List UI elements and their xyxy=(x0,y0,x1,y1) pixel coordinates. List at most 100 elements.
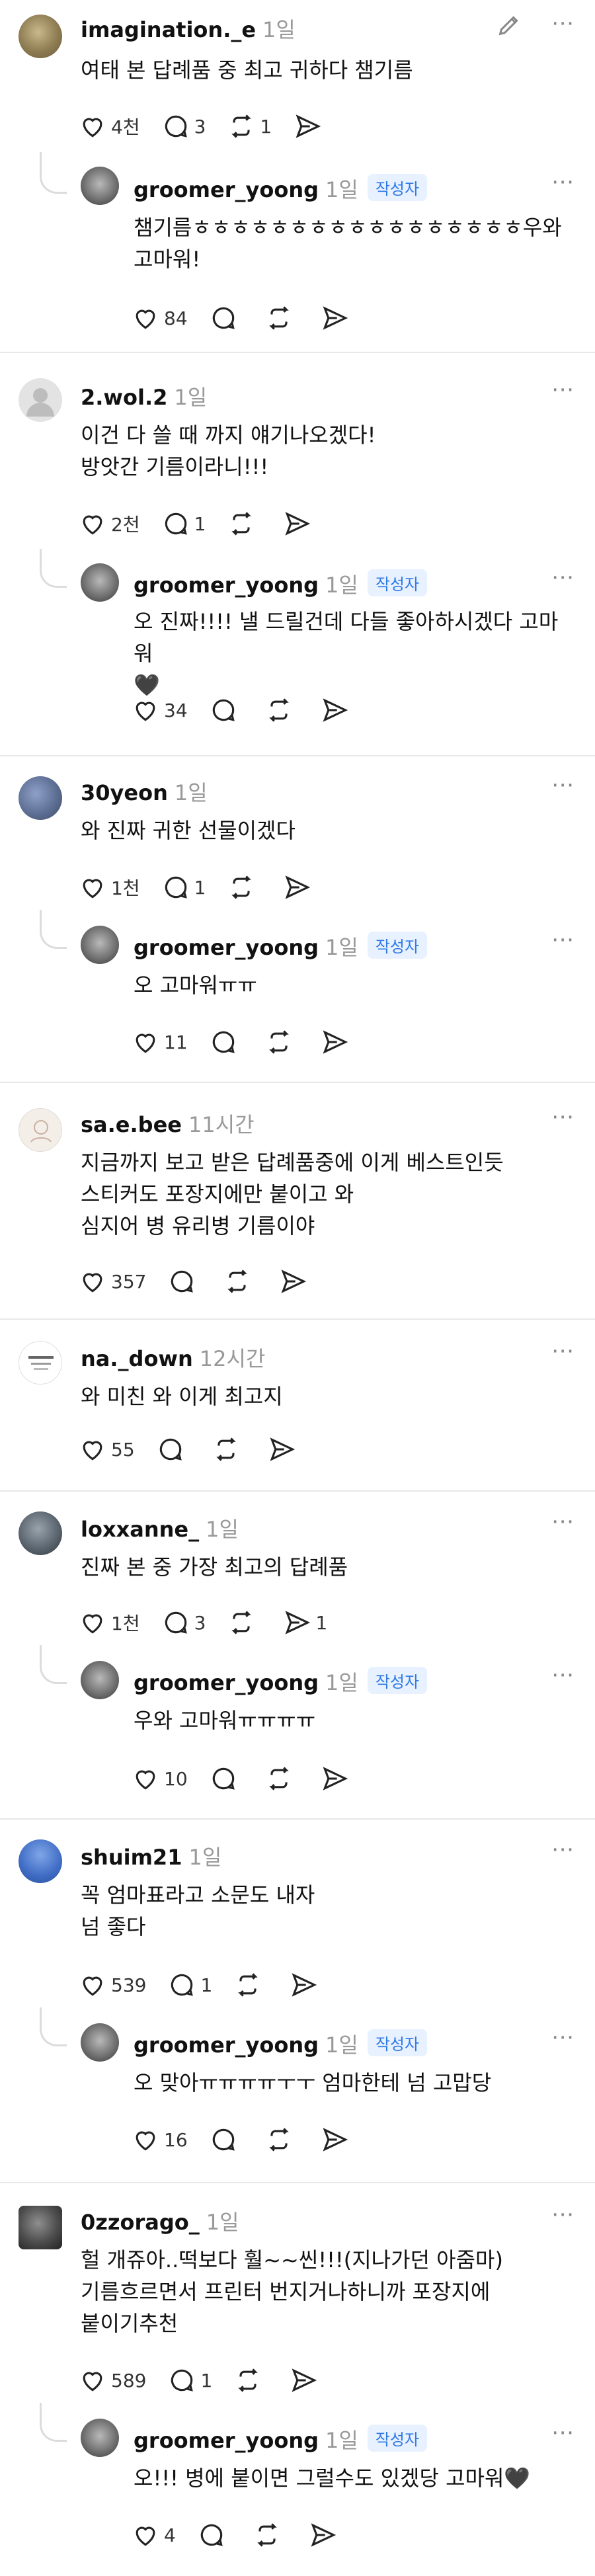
more-icon[interactable]: ⋯ xyxy=(551,2421,575,2444)
username[interactable]: 30yeon xyxy=(81,780,168,805)
comment-button[interactable] xyxy=(209,1027,238,1057)
repost-button[interactable]: 1 xyxy=(227,112,272,141)
avatar[interactable] xyxy=(19,2206,62,2249)
username[interactable]: 2.wol.2 xyxy=(81,385,167,410)
more-icon[interactable]: ⋯ xyxy=(551,774,575,796)
repost-button[interactable] xyxy=(264,2125,294,2154)
share-button[interactable] xyxy=(320,303,349,333)
comment-button[interactable]: 3 xyxy=(161,112,206,141)
avatar[interactable] xyxy=(19,1839,62,1883)
more-icon[interactable]: ⋯ xyxy=(551,928,575,951)
repost-button[interactable] xyxy=(212,1435,241,1464)
share-button[interactable] xyxy=(308,2520,337,2550)
more-icon[interactable]: ⋯ xyxy=(551,1106,575,1128)
comment-button[interactable] xyxy=(209,696,238,725)
avatar[interactable] xyxy=(19,1511,62,1555)
comment-button[interactable] xyxy=(167,1267,196,1296)
avatar[interactable] xyxy=(19,378,62,422)
comment-button[interactable]: 1 xyxy=(167,1970,212,1999)
like-button[interactable]: 1천 xyxy=(78,1608,140,1637)
share-button[interactable] xyxy=(320,2125,349,2154)
share-button[interactable] xyxy=(278,1267,307,1296)
repost-button[interactable] xyxy=(227,509,256,538)
comment-button[interactable] xyxy=(209,303,238,333)
like-button[interactable]: 589 xyxy=(78,2366,146,2395)
share-button[interactable] xyxy=(289,2366,318,2395)
repost-button[interactable] xyxy=(264,303,294,333)
comment-button[interactable] xyxy=(209,1764,238,1793)
username[interactable]: groomer_yoong xyxy=(134,573,319,598)
repost-button[interactable] xyxy=(233,1970,262,1999)
username[interactable]: groomer_yoong xyxy=(134,2428,319,2453)
comment-button[interactable]: 1 xyxy=(161,873,206,902)
repost-button[interactable] xyxy=(264,1027,294,1057)
repost-button[interactable] xyxy=(233,2366,262,2395)
share-button[interactable] xyxy=(320,1027,349,1057)
like-button[interactable]: 4천 xyxy=(78,112,140,141)
comment-button[interactable]: 1 xyxy=(161,509,206,538)
share-button[interactable] xyxy=(293,112,322,141)
more-icon[interactable]: ⋯ xyxy=(551,2026,575,2048)
share-button[interactable] xyxy=(289,1970,318,1999)
like-button[interactable]: 55 xyxy=(78,1435,135,1464)
comment-button[interactable]: 1 xyxy=(167,2366,212,2395)
avatar[interactable] xyxy=(81,167,119,205)
username[interactable]: loxxanne_ xyxy=(81,1517,199,1542)
username[interactable]: groomer_yoong xyxy=(134,2033,319,2058)
like-button[interactable]: 357 xyxy=(78,1267,146,1296)
username[interactable]: 0zzorago_ xyxy=(81,2210,200,2235)
comment-button[interactable] xyxy=(156,1435,185,1464)
share-button[interactable]: 1 xyxy=(282,1608,327,1637)
like-button[interactable]: 4 xyxy=(131,2520,176,2550)
like-button[interactable]: 84 xyxy=(131,303,188,333)
share-button[interactable] xyxy=(282,873,311,902)
username[interactable]: imagination._e xyxy=(81,17,256,42)
share-button[interactable] xyxy=(320,1764,349,1793)
more-icon[interactable]: ⋯ xyxy=(551,1838,575,1861)
avatar[interactable] xyxy=(81,2023,119,2062)
more-icon[interactable]: ⋯ xyxy=(551,566,575,588)
share-button[interactable] xyxy=(320,696,349,725)
repost-button[interactable] xyxy=(227,1608,256,1637)
comment-button[interactable] xyxy=(197,2520,226,2550)
more-icon[interactable]: ⋯ xyxy=(551,171,575,193)
comment-button[interactable]: 3 xyxy=(161,1608,206,1637)
like-button[interactable]: 10 xyxy=(131,1764,188,1793)
more-icon[interactable]: ⋯ xyxy=(551,1510,575,1533)
username[interactable]: shuim21 xyxy=(81,1845,182,1870)
like-button[interactable]: 11 xyxy=(131,1027,188,1057)
share-button[interactable] xyxy=(267,1435,296,1464)
repost-button[interactable] xyxy=(223,1267,252,1296)
more-icon[interactable]: ⋯ xyxy=(551,378,575,401)
username[interactable]: groomer_yoong xyxy=(134,1670,319,1695)
timestamp: 1일 xyxy=(325,1670,358,1695)
avatar[interactable] xyxy=(19,15,62,58)
like-button[interactable]: 1천 xyxy=(78,873,140,902)
pencil-icon[interactable] xyxy=(496,12,522,42)
avatar[interactable] xyxy=(81,1661,119,1699)
username[interactable]: groomer_yoong xyxy=(134,177,319,202)
more-icon[interactable]: ⋯ xyxy=(551,12,575,34)
repost-button[interactable] xyxy=(253,2520,282,2550)
like-button[interactable]: 539 xyxy=(78,1970,146,1999)
avatar[interactable] xyxy=(19,1108,62,1152)
username[interactable]: groomer_yoong xyxy=(134,935,319,960)
more-icon[interactable]: ⋯ xyxy=(551,2203,575,2226)
comment-button[interactable] xyxy=(209,2125,238,2154)
more-icon[interactable]: ⋯ xyxy=(551,1664,575,1686)
share-button[interactable] xyxy=(282,509,311,538)
like-button[interactable]: 16 xyxy=(131,2125,188,2154)
avatar[interactable] xyxy=(81,2419,119,2457)
username[interactable]: na._down xyxy=(81,1346,193,1371)
avatar[interactable] xyxy=(81,926,119,964)
repost-button[interactable] xyxy=(264,696,294,725)
repost-button[interactable] xyxy=(227,873,256,902)
avatar[interactable] xyxy=(19,1341,62,1385)
repost-button[interactable] xyxy=(264,1764,294,1793)
avatar[interactable] xyxy=(19,776,62,820)
like-button[interactable]: 2천 xyxy=(78,509,140,538)
more-icon[interactable]: ⋯ xyxy=(551,1340,575,1362)
avatar[interactable] xyxy=(81,563,119,602)
like-button[interactable]: 34 xyxy=(131,696,188,725)
username[interactable]: sa.e.bee xyxy=(81,1112,182,1137)
